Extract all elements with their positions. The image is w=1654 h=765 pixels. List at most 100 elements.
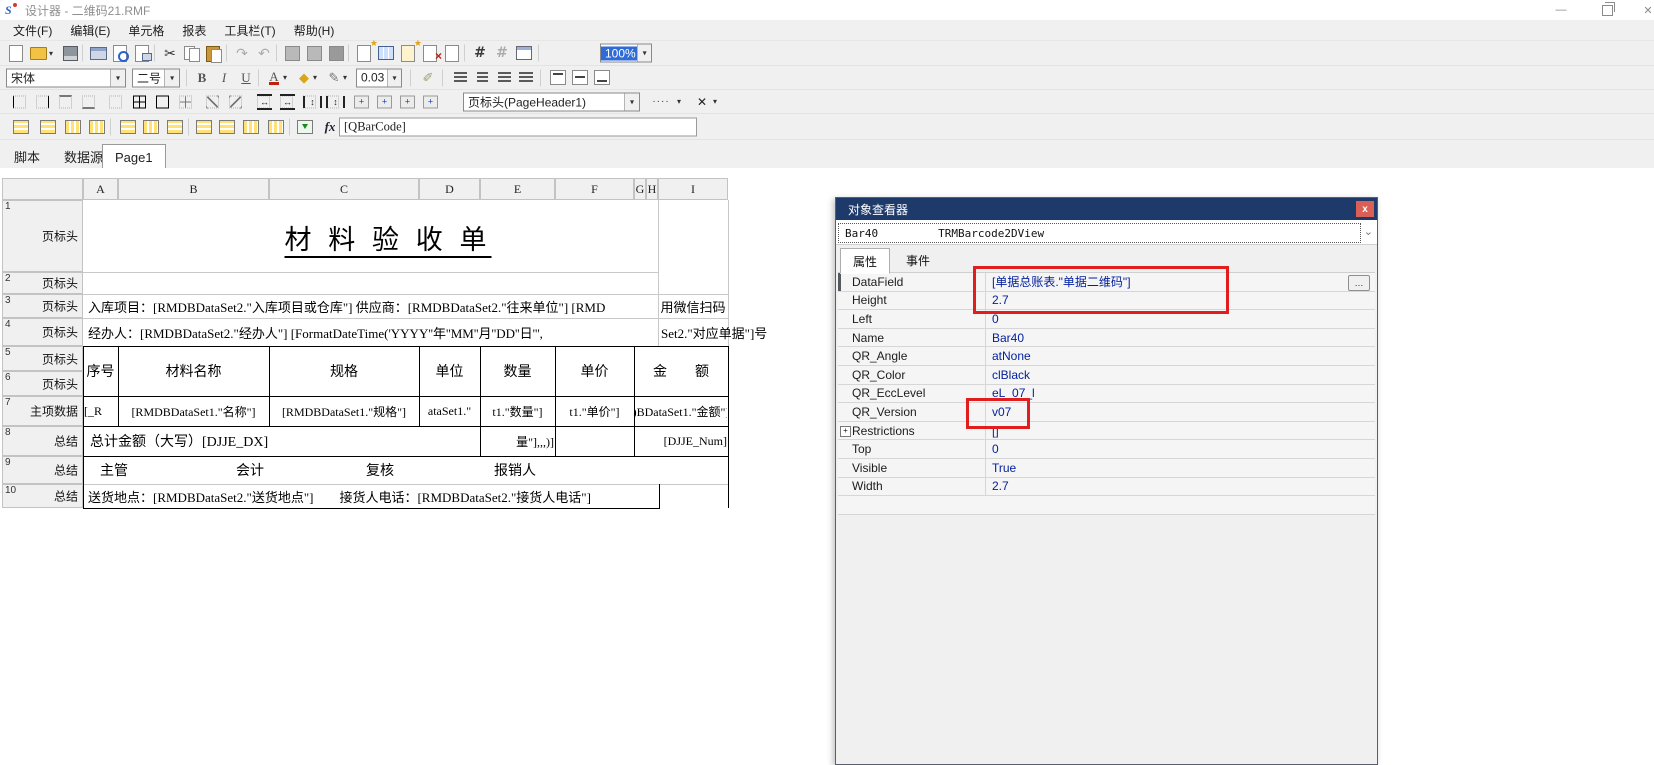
row-header-10[interactable]: 10总结 [2, 484, 83, 508]
line-color-dropdown-icon[interactable]: ▾ [340, 68, 350, 88]
row-header-9[interactable]: 9总结 [2, 456, 83, 484]
property-row-restrictions[interactable]: Restrictions+[] [838, 422, 1375, 441]
band-selector-combo[interactable]: 页标头(PageHeader1)▾ [463, 92, 640, 111]
insert-col-icon[interactable] [65, 120, 81, 134]
property-row-name[interactable]: NameBar40 [838, 329, 1375, 348]
table-header-6[interactable]: 金 额 [634, 346, 728, 396]
column-header-I[interactable]: I [658, 178, 728, 200]
field-row3[interactable]: 入库项目：[RMDBDataSet2."入库项目或仓库"] 供应商：[RMDBD… [88, 296, 654, 316]
formula-bar[interactable]: [QBarCode] [339, 117, 697, 136]
add-row-above-icon[interactable]: + [354, 95, 369, 108]
sign-label-1[interactable]: 会计 [236, 456, 316, 484]
chevron-down-icon[interactable]: ⌄ [1364, 225, 1373, 238]
add-col-left-icon[interactable]: + [400, 95, 415, 108]
menu-item-4[interactable]: 工具栏(T) [215, 22, 284, 39]
add-col-right-icon[interactable]: + [423, 95, 438, 108]
insert-table-icon[interactable] [376, 43, 396, 63]
new-page-icon[interactable]: ★ [398, 43, 418, 63]
property-row-qr_angle[interactable]: QR_AngleatNone [838, 347, 1375, 366]
column-header-A[interactable]: A [83, 178, 118, 200]
send-back-icon[interactable] [304, 43, 324, 63]
grid-corner-cell[interactable] [2, 178, 83, 200]
band-col2-icon[interactable] [268, 120, 284, 134]
cut-icon[interactable]: ✂ [160, 43, 180, 63]
valign-center-icon[interactable] [570, 68, 590, 88]
close-button[interactable]: ✕ [1642, 2, 1654, 18]
line-style-dropdown-icon[interactable]: ▾ [674, 92, 684, 112]
band-row2-icon[interactable] [219, 120, 235, 134]
delete-row-icon[interactable] [40, 120, 56, 134]
minimize-button[interactable]: — [1548, 2, 1574, 18]
row-header-1[interactable]: 1页标头 [2, 200, 83, 272]
border-top-icon[interactable] [59, 95, 72, 108]
field-row4-left[interactable]: 经办人：[RMDBDataSet2."经办人"] [FormatDateTime… [88, 320, 654, 344]
font-size-combo[interactable]: 二号▾ [132, 68, 180, 87]
sheet-tab-0[interactable]: 脚本 [2, 146, 52, 167]
fill-color-dropdown-icon[interactable]: ▾ [310, 68, 320, 88]
table-header-4[interactable]: 数量 [480, 346, 555, 396]
no-line-dropdown-icon[interactable]: ▾ [710, 92, 720, 112]
band-selector-combo-dropdown-icon[interactable]: ▾ [624, 93, 639, 110]
table-cell-2[interactable]: [RMDBDataSet1."规格"] [270, 396, 418, 426]
row-header-3[interactable]: 3页标头 [2, 294, 83, 318]
line-width-combo-dropdown-icon[interactable]: ▾ [387, 69, 401, 86]
menu-item-3[interactable]: 报表 [173, 22, 215, 39]
insert-row-icon[interactable] [13, 120, 29, 134]
maximize-button[interactable] [1594, 2, 1620, 18]
show-grid-icon[interactable]: # [470, 43, 490, 63]
split-window-icon[interactable] [514, 43, 534, 63]
diagonal-up-icon[interactable] [206, 95, 219, 108]
border-all-icon[interactable] [133, 95, 146, 108]
zoom-combo[interactable]: 100%▾ [600, 44, 652, 63]
sheet-tab-2[interactable]: Page1 [102, 144, 166, 169]
report-title[interactable]: 材 料 验 收 单 [118, 206, 658, 268]
column-header-E[interactable]: E [480, 178, 555, 200]
table-header-3[interactable]: 单位 [419, 346, 480, 396]
border-inner-icon[interactable] [179, 95, 192, 108]
expand-icon[interactable]: + [840, 426, 851, 437]
ellipsis-button[interactable]: … [1348, 275, 1370, 291]
property-row-datafield[interactable]: DataField[单据总账表."单据二维码"]… [838, 273, 1375, 292]
align-center-icon[interactable] [472, 68, 492, 88]
band-col-icon[interactable] [243, 120, 259, 134]
band-row-icon[interactable] [196, 120, 212, 134]
row-header-6[interactable]: 6页标头 [2, 371, 83, 396]
sign-label-0[interactable]: 主管 [100, 456, 180, 484]
property-row-left[interactable]: Left0 [838, 310, 1375, 329]
property-row-height[interactable]: Height2.7 [838, 292, 1375, 311]
sign-label-2[interactable]: 复核 [366, 456, 446, 484]
table-cell-1[interactable]: [RMDBDataSet1."名称"] [119, 396, 268, 426]
qr-caption[interactable]: 用微信扫码 [658, 294, 728, 318]
total-label-cell[interactable]: 总计金额（大写）[DJJE_DX] [84, 426, 485, 456]
line-style-icon[interactable]: ···· [648, 92, 674, 112]
table-header-0[interactable]: 序号 [83, 346, 118, 396]
bring-front-icon[interactable] [282, 43, 302, 63]
snap-grid-icon[interactable]: # [492, 43, 512, 63]
border-none-icon[interactable] [109, 95, 122, 108]
new-band-icon[interactable]: ★ [354, 43, 374, 63]
column-header-B[interactable]: B [118, 178, 269, 200]
total-qty-cell[interactable]: 量"],,,)] [481, 426, 554, 456]
copy-icon[interactable] [182, 43, 202, 63]
border-left-icon[interactable] [13, 95, 26, 108]
diagonal-down-icon[interactable] [229, 95, 242, 108]
property-row-qr_ecclevel[interactable]: QR_EccLeveleL_07_l [838, 385, 1375, 404]
row-spread-icon[interactable]: ↔ [257, 94, 272, 110]
highlight-icon[interactable]: ✐ [418, 68, 438, 88]
property-row-top[interactable]: Top0 [838, 440, 1375, 459]
border-bottom-icon[interactable] [82, 95, 95, 108]
row-header-7[interactable]: 7主项数据 [2, 396, 83, 426]
align-left-icon[interactable] [450, 68, 470, 88]
column-header-F[interactable]: F [555, 178, 634, 200]
table-cell-6[interactable]: )BDataSet1."金额"] [635, 396, 727, 426]
font-size-combo-dropdown-icon[interactable]: ▾ [164, 69, 179, 86]
row-header-2[interactable]: 2页标头 [2, 272, 83, 294]
align-justify-icon[interactable] [516, 68, 536, 88]
line-width-combo[interactable]: 0.03▾ [356, 68, 402, 87]
column-header-H[interactable]: H [646, 178, 658, 200]
property-row-qr_version[interactable]: QR_Versionv07 [838, 403, 1375, 422]
menu-item-2[interactable]: 单元格 [119, 22, 173, 39]
col-spread-icon[interactable]: ↔ [280, 94, 295, 110]
add-row-below-icon[interactable]: + [377, 95, 392, 108]
print-icon[interactable] [88, 43, 108, 63]
